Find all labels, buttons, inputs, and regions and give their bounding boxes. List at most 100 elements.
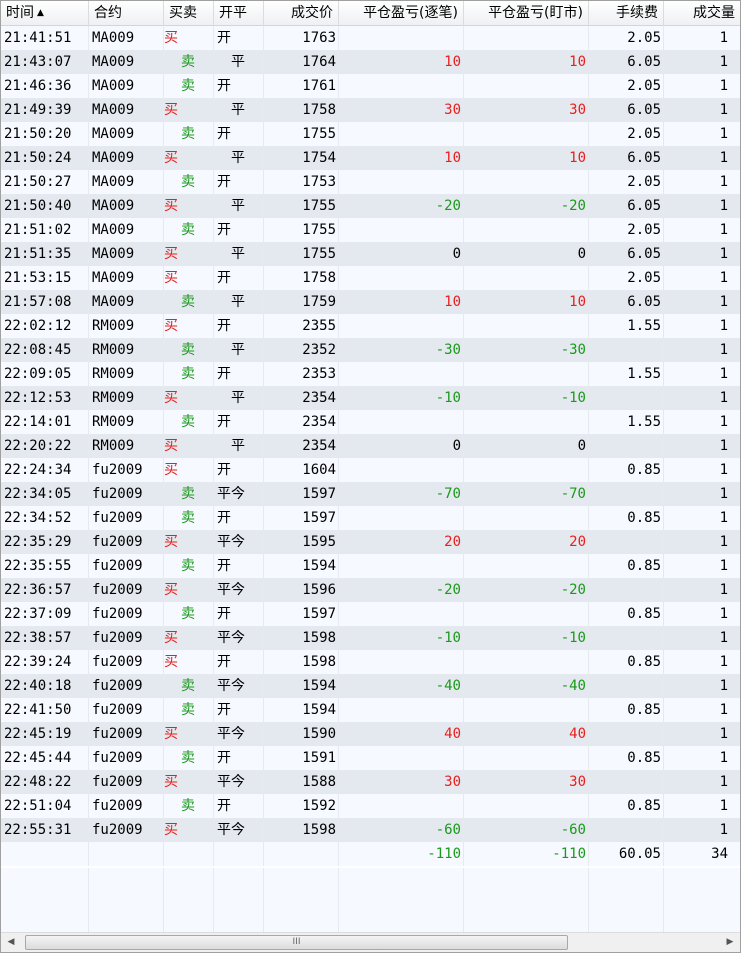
cell-pnl-by-trade: -70	[339, 482, 464, 506]
cell-time: 22:40:18	[1, 674, 89, 698]
table-row[interactable]: 21:46:36 MA009 卖开 1761 2.05 1	[1, 74, 740, 98]
table-row[interactable]: 22:41:50 fu2009 卖开 1594 0.85 1	[1, 698, 740, 722]
cell-instrument: RM009	[89, 314, 164, 338]
cell-pnl-by-trade	[339, 266, 464, 290]
table-row[interactable]: 22:55:31 fu2009 买平今 1598 -60 -60 1	[1, 818, 740, 842]
table-row[interactable]: 22:48:22 fu2009 买平今 1588 30 30 1	[1, 770, 740, 794]
cell-open-close: 平	[214, 242, 264, 266]
column-header-direction[interactable]: 买卖	[164, 1, 214, 26]
cell-instrument: RM009	[89, 434, 164, 458]
cell-open-close: 平	[214, 434, 264, 458]
cell-pnl-mark-to-market	[464, 122, 589, 146]
cell-time: 22:08:45	[1, 338, 89, 362]
cell-direction: 买	[164, 626, 214, 650]
column-header-time-label: 时间	[6, 5, 34, 21]
table-row[interactable]: 21:41:51 MA009 买开 1763 2.05 1	[1, 26, 740, 50]
table-row[interactable]: 22:37:09 fu2009 卖开 1597 0.85 1	[1, 602, 740, 626]
table-row[interactable]: 21:51:35 MA009 买平 1755 0 0 6.05 1	[1, 242, 740, 266]
cell-fee: 0.85	[589, 650, 664, 674]
column-header-time[interactable]: 时间 ▲	[1, 1, 89, 26]
cell-volume: 1	[719, 54, 728, 70]
cell-pnl-by-trade: -10	[339, 626, 464, 650]
cell-pnl-by-trade: -20	[339, 578, 464, 602]
table-row[interactable]: 21:43:07 MA009 卖平 1764 10 10 6.05 1	[1, 50, 740, 74]
cell-price: 1588	[264, 770, 339, 794]
cell-pnl-mark-to-market: -20	[464, 578, 589, 602]
cell-direction: 卖	[164, 170, 214, 194]
table-row[interactable]: 21:57:08 MA009 卖平 1759 10 10 6.05 1	[1, 290, 740, 314]
cell-time: 21:53:15	[1, 266, 89, 290]
column-header-instrument[interactable]: 合约	[89, 1, 164, 26]
table-row[interactable]: 22:40:18 fu2009 卖平今 1594 -40 -40 1	[1, 674, 740, 698]
table-row[interactable]: 21:49:39 MA009 买平 1758 30 30 6.05 1	[1, 98, 740, 122]
scrollbar-thumb[interactable]: III	[25, 935, 568, 950]
table-row[interactable]: 22:51:04 fu2009 卖开 1592 0.85 1	[1, 794, 740, 818]
column-header-fee[interactable]: 手续费	[589, 1, 664, 26]
column-header-price[interactable]: 成交价	[264, 1, 339, 26]
horizontal-scrollbar[interactable]: ◀ III ▶	[1, 932, 740, 952]
cell-volume: 1	[719, 78, 728, 94]
table-row[interactable]: 22:35:29 fu2009 买平今 1595 20 20 1	[1, 530, 740, 554]
cell-instrument: fu2009	[89, 602, 164, 626]
column-header-volume[interactable]: 成交量	[664, 1, 740, 26]
column-header-pnl-by-trade[interactable]: 平仓盈亏(逐笔)	[339, 1, 464, 26]
totals-row: -110 -110 60.05 34	[1, 842, 740, 866]
table-row[interactable]: 22:02:12 RM009 买开 2355 1.55 1	[1, 314, 740, 338]
table-row[interactable]: 21:51:02 MA009 卖开 1755 2.05 1	[1, 218, 740, 242]
cell-instrument: RM009	[89, 410, 164, 434]
table-row[interactable]: 22:24:34 fu2009 买开 1604 0.85 1	[1, 458, 740, 482]
cell-fee: 6.05	[589, 194, 664, 218]
table-row[interactable]: 21:53:15 MA009 买开 1758 2.05 1	[1, 266, 740, 290]
table-row[interactable]: 22:36:57 fu2009 买平今 1596 -20 -20 1	[1, 578, 740, 602]
table-row[interactable]: 22:34:05 fu2009 卖平今 1597 -70 -70 1	[1, 482, 740, 506]
cell-open-close: 开	[214, 650, 264, 674]
cell-time: 22:35:29	[1, 530, 89, 554]
table-row[interactable]: 21:50:27 MA009 卖开 1753 2.05 1	[1, 170, 740, 194]
cell-direction: 卖	[164, 698, 214, 722]
cell-pnl-by-trade: 0	[339, 434, 464, 458]
cell-time: 22:51:04	[1, 794, 89, 818]
cell-time: 22:45:44	[1, 746, 89, 770]
cell-price: 2354	[264, 410, 339, 434]
cell-direction: 买	[164, 722, 214, 746]
cell-price: 1591	[264, 746, 339, 770]
cell-volume: 1	[719, 510, 728, 526]
cell-instrument: fu2009	[89, 458, 164, 482]
cell-pnl-mark-to-market	[464, 26, 589, 50]
cell-instrument: MA009	[89, 26, 164, 50]
cell-instrument: fu2009	[89, 530, 164, 554]
cell-price: 1755	[264, 122, 339, 146]
cell-open-close: 平今	[214, 770, 264, 794]
table-row[interactable]: 21:50:20 MA009 卖开 1755 2.05 1	[1, 122, 740, 146]
table-row[interactable]: 22:34:52 fu2009 卖开 1597 0.85 1	[1, 506, 740, 530]
table-row[interactable]: 22:39:24 fu2009 买开 1598 0.85 1	[1, 650, 740, 674]
table-row[interactable]: 22:12:53 RM009 买平 2354 -10 -10 1	[1, 386, 740, 410]
scroll-right-icon[interactable]: ▶	[720, 933, 740, 952]
scroll-left-icon[interactable]: ◀	[1, 933, 21, 952]
cell-pnl-by-trade	[339, 794, 464, 818]
table-row[interactable]: 21:50:24 MA009 买平 1754 10 10 6.05 1	[1, 146, 740, 170]
cell-instrument: MA009	[89, 50, 164, 74]
column-header-open-close[interactable]: 开平	[214, 1, 264, 26]
table-row[interactable]: 22:38:57 fu2009 买平今 1598 -10 -10 1	[1, 626, 740, 650]
cell-pnl-by-trade: -20	[339, 194, 464, 218]
table-row[interactable]: 22:09:05 RM009 卖开 2353 1.55 1	[1, 362, 740, 386]
cell-pnl-by-trade	[339, 122, 464, 146]
table-row[interactable]: 22:45:19 fu2009 买平今 1590 40 40 1	[1, 722, 740, 746]
cell-pnl-mark-to-market	[464, 746, 589, 770]
cell-time: 21:50:20	[1, 122, 89, 146]
column-header-pnl-mark-to-market[interactable]: 平仓盈亏(盯市)	[464, 1, 589, 26]
cell-direction: 卖	[164, 410, 214, 434]
table-row[interactable]: 21:50:40 MA009 买平 1755 -20 -20 6.05 1	[1, 194, 740, 218]
cell-open-close: 开	[214, 746, 264, 770]
table-row[interactable]: 22:45:44 fu2009 卖开 1591 0.85 1	[1, 746, 740, 770]
table-row[interactable]: 22:35:55 fu2009 卖开 1594 0.85 1	[1, 554, 740, 578]
cell-price: 1758	[264, 266, 339, 290]
table-row[interactable]: 22:08:45 RM009 卖平 2352 -30 -30 1	[1, 338, 740, 362]
cell-price: 1753	[264, 170, 339, 194]
table-row[interactable]: 22:20:22 RM009 买平 2354 0 0 1	[1, 434, 740, 458]
cell-pnl-mark-to-market: -10	[464, 386, 589, 410]
cell-volume: 1	[719, 126, 728, 142]
table-row[interactable]: 22:14:01 RM009 卖开 2354 1.55 1	[1, 410, 740, 434]
cell-fee: 6.05	[589, 50, 664, 74]
